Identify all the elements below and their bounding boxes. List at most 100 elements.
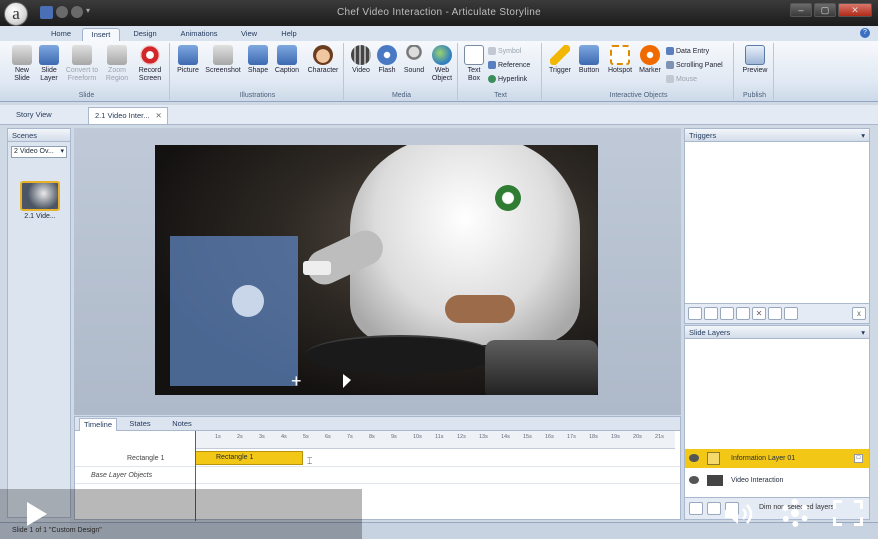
- move-down-icon[interactable]: [784, 307, 798, 320]
- ruler-tick: 20s: [633, 434, 642, 440]
- tab-states[interactable]: States: [121, 418, 159, 431]
- ruler-tick: 15s: [523, 434, 532, 440]
- sound-button[interactable]: Sound: [400, 45, 428, 75]
- ruler-tick: 14s: [501, 434, 510, 440]
- tab-timeline[interactable]: Timeline: [79, 418, 117, 431]
- timeline-ruler[interactable]: 1s 2s 3s 4s 5s 6s 7s 8s 9s 10s 11s 12s 13s 14s 15s 16s 1…: [195, 431, 675, 449]
- scrolling-panel-button[interactable]: Scrolling Panel: [666, 61, 723, 69]
- help-icon[interactable]: ?: [860, 28, 870, 38]
- caption-button[interactable]: Caption: [272, 45, 302, 75]
- tab-animations[interactable]: Animations: [172, 28, 226, 41]
- ruler-tick: 3s: [259, 434, 265, 440]
- eye-icon[interactable]: [689, 476, 699, 484]
- ruler-tick: 2s: [237, 434, 243, 440]
- video-icon: [351, 45, 371, 65]
- tab-view[interactable]: View: [232, 28, 266, 41]
- data-entry-button[interactable]: Data Entry: [666, 47, 709, 55]
- zoom-region-label: Zoom Region: [105, 67, 129, 82]
- shape-button[interactable]: Shape: [244, 45, 272, 75]
- variables-icon[interactable]: x: [852, 307, 866, 320]
- hyperlink-button[interactable]: Hyperlink: [488, 75, 527, 83]
- copy-trigger-icon[interactable]: [720, 307, 734, 320]
- tab-help[interactable]: Help: [272, 28, 306, 41]
- chef-hand: [445, 295, 515, 323]
- flash-icon: [377, 45, 397, 65]
- zoom-region-button[interactable]: Zoom Region: [102, 45, 132, 83]
- eye-icon[interactable]: [689, 454, 699, 462]
- circle-shape[interactable]: [232, 285, 264, 317]
- record-screen-button[interactable]: Record Screen: [132, 45, 168, 83]
- hotspot-button[interactable]: Hotspot: [604, 45, 636, 75]
- panel-menu-icon[interactable]: ▾: [861, 129, 865, 142]
- tab-story-view[interactable]: Story View: [10, 107, 80, 124]
- tab-insert[interactable]: Insert: [82, 28, 120, 41]
- triggers-toolbar: ✕ x: [685, 303, 869, 323]
- picture-button[interactable]: Picture: [174, 45, 202, 75]
- slide-stage[interactable]: [155, 145, 598, 395]
- mouse-button[interactable]: Mouse: [666, 75, 697, 83]
- window-title: Chef Video Interaction - Articulate Stor…: [337, 7, 541, 18]
- hotspot-label: Hotspot: [607, 67, 633, 74]
- scenes-header: Scenes: [8, 129, 70, 142]
- freeform-icon: [72, 45, 92, 65]
- tab-slide-2-1[interactable]: 2.1 Video Inter... ✕: [88, 107, 168, 124]
- timeline-bar[interactable]: Rectangle 1: [195, 451, 303, 465]
- reference-button[interactable]: Reference: [488, 61, 530, 69]
- ribbon: New Slide Slide Layer Convert to Freefor…: [0, 41, 878, 102]
- scenes-panel: Scenes 2 Video Ov... 2.1 Vide...: [7, 128, 71, 518]
- video-button[interactable]: Video: [348, 45, 374, 75]
- video-progress[interactable]: 3:37: [70, 489, 405, 539]
- timeline-row-base-layer[interactable]: Base Layer Objects: [75, 467, 680, 484]
- move-up-icon[interactable]: [768, 307, 782, 320]
- crosshair-cursor-icon: +: [291, 371, 302, 391]
- fullscreen-icon[interactable]: [833, 500, 863, 526]
- ruler-tick: 7s: [347, 434, 353, 440]
- row-visibility-icons[interactable]: [95, 454, 121, 463]
- marker-button[interactable]: Marker: [636, 45, 664, 75]
- symbol-button[interactable]: Symbol: [488, 47, 521, 55]
- volume-icon[interactable]: [723, 502, 759, 526]
- layers-menu-icon[interactable]: ▾: [861, 326, 865, 339]
- tab-design[interactable]: Design: [124, 28, 166, 41]
- web-object-button[interactable]: Web Object: [428, 45, 456, 83]
- layer-information-01[interactable]: Information Layer 01 □: [685, 449, 869, 468]
- text-box-button[interactable]: Text Box: [462, 45, 486, 83]
- play-button[interactable]: [0, 489, 70, 539]
- new-trigger-icon[interactable]: [688, 307, 702, 320]
- tab-notes[interactable]: Notes: [163, 418, 201, 431]
- tab-home[interactable]: Home: [44, 28, 78, 41]
- picture-label: Picture: [177, 67, 199, 74]
- group-publish: Preview Publish: [736, 43, 774, 100]
- delete-trigger-icon[interactable]: ✕: [752, 307, 766, 320]
- flash-label: Flash: [378, 67, 396, 74]
- button-button[interactable]: Button: [574, 45, 604, 75]
- hyperlink-icon: [488, 75, 496, 83]
- flash-button[interactable]: Flash: [374, 45, 400, 75]
- maximize-button[interactable]: ▢: [814, 3, 836, 17]
- character-button[interactable]: Character: [304, 45, 342, 75]
- slide-thumbnail[interactable]: [20, 181, 60, 211]
- timeline-row-rectangle[interactable]: Rectangle 1 Rectangle 1 ⌶: [75, 450, 680, 467]
- layer-video-interaction[interactable]: Video Interaction: [685, 471, 869, 490]
- convert-freeform-button[interactable]: Convert to Freeform: [62, 45, 102, 83]
- close-tab-icon[interactable]: ✕: [156, 111, 162, 120]
- slide-layer-button[interactable]: Slide Layer: [36, 45, 62, 83]
- caption-label: Caption: [274, 67, 300, 74]
- ruler-tick: 1s: [215, 434, 221, 440]
- minimize-button[interactable]: –: [790, 3, 812, 17]
- video-time: 3:37: [370, 503, 406, 523]
- layer-properties-icon[interactable]: □: [854, 454, 863, 463]
- sound-label: Sound: [403, 67, 425, 74]
- rectangle-1-shape[interactable]: [170, 236, 298, 386]
- preview-button[interactable]: Preview: [740, 45, 770, 75]
- close-button[interactable]: ✕: [838, 3, 872, 17]
- gear-icon[interactable]: [781, 499, 809, 527]
- slide-thumbnail-label: 2.1 Vide...: [24, 213, 56, 220]
- paste-trigger-icon[interactable]: [736, 307, 750, 320]
- scene-dropdown[interactable]: 2 Video Ov...: [11, 146, 67, 158]
- new-slide-button[interactable]: New Slide: [8, 45, 36, 83]
- screenshot-button[interactable]: Screenshot: [202, 45, 244, 75]
- trigger-button[interactable]: Trigger: [546, 45, 574, 75]
- cup-image: [303, 261, 331, 275]
- edit-trigger-icon[interactable]: [704, 307, 718, 320]
